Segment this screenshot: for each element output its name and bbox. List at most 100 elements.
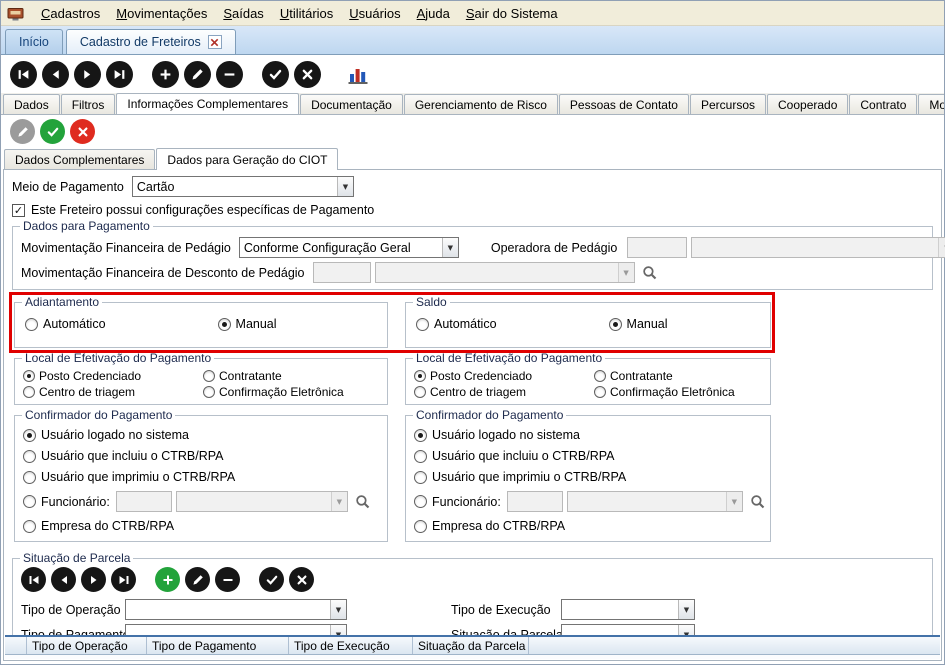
tab-filtros[interactable]: Filtros	[61, 94, 116, 114]
radio-label: Usuário que imprimiu o CTRB/RPA	[41, 470, 235, 484]
radio-confirmacao-eletronica[interactable]: Confirmação Eletrônica	[203, 385, 379, 399]
radio-icon	[414, 370, 426, 382]
radio-funcionario[interactable]: Funcionário:	[23, 495, 110, 509]
column-header[interactable]: Tipo de Pagamento	[147, 637, 289, 654]
edit-button[interactable]	[185, 567, 210, 592]
nav-next-button[interactable]	[81, 567, 106, 592]
nav-next-button[interactable]	[74, 61, 101, 88]
radio-usuario-incluiu[interactable]: Usuário que incluiu o CTRB/RPA	[414, 449, 614, 463]
radio-confirmacao-eletronica[interactable]: Confirmação Eletrônica	[594, 385, 762, 399]
confirm-button[interactable]	[262, 61, 289, 88]
tab-informacoes-complementares[interactable]: Informações Complementares	[116, 93, 299, 115]
radio-usuario-logado[interactable]: Usuário logado no sistema	[414, 428, 580, 442]
search-icon[interactable]	[748, 492, 768, 512]
cancel-button[interactable]	[289, 567, 314, 592]
adiantamento-column: Adiantamento Automático Manual Local de …	[14, 302, 388, 542]
nav-last-button[interactable]	[106, 61, 133, 88]
nav-first-button[interactable]	[21, 567, 46, 592]
radio-icon	[23, 471, 36, 484]
tab-label: Pessoas de Contato	[570, 98, 678, 112]
operadora-code-field[interactable]	[627, 237, 687, 258]
tab-dados-geracao-ciot[interactable]: Dados para Geração do CIOT	[156, 148, 338, 170]
radio-contratante[interactable]: Contratante	[594, 369, 762, 383]
add-button[interactable]	[152, 61, 179, 88]
delete-button[interactable]	[216, 61, 243, 88]
chevron-down-icon[interactable]	[330, 600, 346, 619]
specific-config-row: Este Freteiro possui configurações espec…	[12, 203, 933, 217]
tab-inicio[interactable]: Início	[5, 29, 63, 54]
mov-pedagio-select[interactable]: Conforme Configuração Geral	[239, 237, 459, 258]
radio-empresa-ctrb[interactable]: Empresa do CTRB/RPA	[23, 519, 174, 533]
tab-percursos[interactable]: Percursos	[690, 94, 766, 114]
radio-usuario-logado[interactable]: Usuário logado no sistema	[23, 428, 189, 442]
tab-cadastro-de-freteiros[interactable]: Cadastro de Freteiros	[66, 29, 236, 54]
chevron-down-icon[interactable]	[442, 238, 458, 257]
delete-button[interactable]	[215, 567, 240, 592]
tab-dados-complementares[interactable]: Dados Complementares	[4, 149, 155, 169]
mov-desconto-label: Movimentação Financeira de Desconto de P…	[21, 266, 305, 280]
chevron-down-icon[interactable]	[678, 600, 694, 619]
edit-button[interactable]	[184, 61, 211, 88]
add-button[interactable]	[155, 567, 180, 592]
radio-usuario-imprimiu[interactable]: Usuário que imprimiu o CTRB/RPA	[23, 470, 235, 484]
confirm-button[interactable]	[259, 567, 284, 592]
tab-gerenciamento-de-risco[interactable]: Gerenciamento de Risco	[404, 94, 558, 114]
radio-centro-de-triagem[interactable]: Centro de triagem	[23, 385, 203, 399]
tab-label: Dados	[14, 98, 49, 112]
radio-usuario-incluiu[interactable]: Usuário que incluiu o CTRB/RPA	[23, 449, 223, 463]
funcionario-code-field[interactable]	[116, 491, 172, 512]
tab-contrato[interactable]: Contrato	[849, 94, 917, 114]
nav-prev-button[interactable]	[51, 567, 76, 592]
radio-posto-credenciado[interactable]: Posto Credenciado	[414, 369, 594, 383]
radio-funcionario[interactable]: Funcionário:	[414, 495, 501, 509]
tipo-execucao-select[interactable]	[561, 599, 695, 620]
cancel-button[interactable]	[70, 119, 95, 144]
radio-adiantamento-automatico[interactable]: Automático	[25, 317, 106, 331]
radio-saldo-automatico[interactable]: Automático	[416, 317, 497, 331]
radio-empresa-ctrb[interactable]: Empresa do CTRB/RPA	[414, 519, 565, 533]
radio-icon	[594, 370, 606, 382]
tab-close-icon[interactable]	[208, 35, 222, 49]
nav-last-button[interactable]	[111, 567, 136, 592]
radio-usuario-imprimiu[interactable]: Usuário que imprimiu o CTRB/RPA	[414, 470, 626, 484]
radio-contratante[interactable]: Contratante	[203, 369, 379, 383]
column-header[interactable]: Tipo de Operação	[27, 637, 147, 654]
menu-ajuda[interactable]: Ajuda	[409, 3, 458, 24]
tab-documentacao[interactable]: Documentação	[300, 94, 403, 114]
menu-cadastros[interactable]: Cadastros	[33, 3, 108, 24]
funcionario-code-field[interactable]	[507, 491, 563, 512]
cancel-button[interactable]	[294, 61, 321, 88]
search-icon[interactable]	[640, 263, 660, 283]
specific-config-checkbox[interactable]	[12, 204, 25, 217]
menu-movimentacoes[interactable]: Movimentações	[108, 3, 215, 24]
tipo-operacao-select[interactable]	[125, 599, 347, 620]
menu-usuarios[interactable]: Usuários	[341, 3, 408, 24]
tab-pessoas-de-contato[interactable]: Pessoas de Contato	[559, 94, 689, 114]
selected-value	[568, 492, 726, 511]
tab-movimentacoes[interactable]: Movime	[918, 94, 944, 114]
menu-sair-do-sistema[interactable]: Sair do Sistema	[458, 3, 566, 24]
radio-icon	[594, 386, 606, 398]
menu-utilitarios[interactable]: Utilitários	[272, 3, 341, 24]
confirm-button[interactable]	[40, 119, 65, 144]
tab-dados[interactable]: Dados	[3, 94, 60, 114]
search-icon[interactable]	[353, 492, 373, 512]
chevron-down-icon[interactable]	[337, 177, 353, 196]
radio-adiantamento-manual[interactable]: Manual	[218, 317, 277, 331]
menu-saidas[interactable]: Saídas	[215, 3, 271, 24]
radio-posto-credenciado[interactable]: Posto Credenciado	[23, 369, 203, 383]
column-header[interactable]: Situação da Parcela	[413, 637, 529, 654]
column-header-label: Tipo de Execução	[294, 639, 390, 653]
nav-prev-button[interactable]	[42, 61, 69, 88]
edit-button[interactable]	[10, 119, 35, 144]
radio-label: Manual	[236, 317, 277, 331]
tab-cooperado[interactable]: Cooperado	[767, 94, 848, 114]
column-header[interactable]: Tipo de Execução	[289, 637, 413, 654]
chart-icon-button[interactable]	[346, 62, 370, 86]
radio-centro-de-triagem[interactable]: Centro de triagem	[414, 385, 594, 399]
radio-saldo-manual[interactable]: Manual	[609, 317, 668, 331]
radio-label: Funcionário:	[41, 495, 110, 509]
mov-desconto-code-field[interactable]	[313, 262, 371, 283]
nav-first-button[interactable]	[10, 61, 37, 88]
meio-pagamento-select[interactable]: Cartão	[132, 176, 354, 197]
